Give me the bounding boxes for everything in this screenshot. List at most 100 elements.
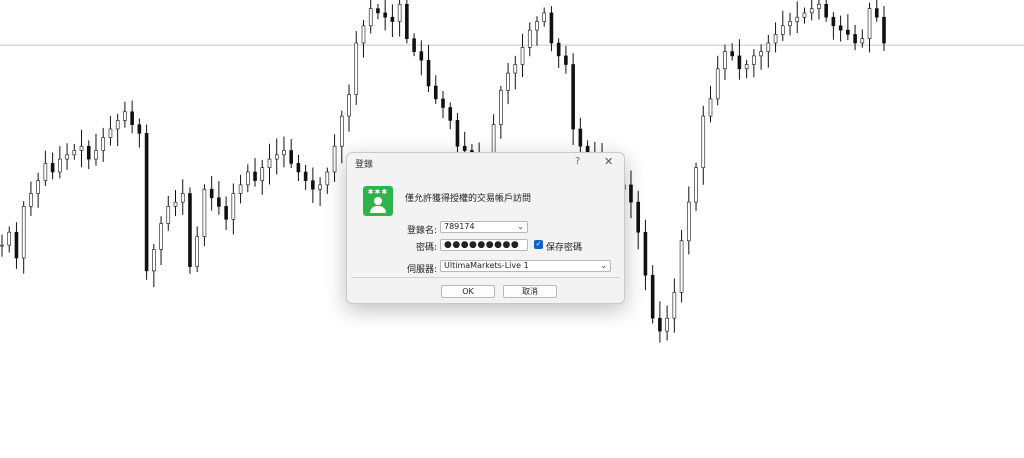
candle-body: [578, 128, 583, 147]
candle-body: [217, 197, 221, 207]
dialog-titlebar[interactable]: 登錄 ? ✕: [347, 153, 624, 173]
candle-body: [658, 317, 662, 332]
access-message: 僅允許獲得授權的交易帳戶訪問: [405, 194, 532, 204]
login-label: 登錄名:: [406, 226, 437, 236]
candle-body: [773, 34, 778, 44]
candle-body: [144, 133, 149, 272]
candle-body: [549, 12, 554, 44]
candle-body: [130, 111, 134, 126]
login-select[interactable]: 789174 ⌄: [440, 221, 528, 233]
candle-body: [368, 8, 373, 27]
candle-body: [629, 184, 633, 203]
candle-body: [58, 158, 62, 173]
candle-body: [231, 193, 236, 220]
candle-body: [347, 94, 351, 117]
candle-body: [795, 16, 800, 22]
candle-body: [780, 25, 785, 35]
candle-body: [202, 188, 207, 237]
candle-body: [152, 249, 156, 272]
candle-body: [809, 8, 814, 14]
password-label: 密碼:: [415, 243, 437, 253]
candle-body: [195, 236, 199, 267]
candle-body: [253, 171, 257, 181]
candle-body: [752, 55, 756, 65]
save-password-checkbox[interactable]: ✓: [534, 240, 543, 249]
user-account-icon: ✱✱✱: [363, 186, 393, 216]
server-select[interactable]: UltimaMarkets-Live 1 ⌄: [440, 260, 611, 272]
candle-body: [701, 115, 706, 168]
candle-body: [65, 154, 69, 160]
ok-button[interactable]: OK: [441, 285, 495, 298]
candle-body: [527, 29, 532, 48]
dialog-title: 登錄: [355, 160, 374, 170]
candle-body: [535, 21, 539, 31]
candle-body: [260, 167, 265, 181]
candle-body: [0, 244, 4, 247]
user-head-shape: [374, 197, 382, 205]
candle-body: [455, 120, 460, 147]
candle-body: [571, 64, 575, 130]
candle-body: [867, 8, 872, 40]
candle-body: [433, 85, 438, 100]
close-button[interactable]: ✕: [604, 155, 613, 168]
candle-body: [282, 150, 286, 156]
help-button[interactable]: ?: [575, 156, 580, 167]
candle-body: [115, 120, 120, 130]
candle-body: [650, 274, 655, 319]
candle-body: [636, 201, 640, 233]
candle-body: [817, 4, 821, 9]
candle-body: [29, 193, 33, 207]
candle-body: [376, 8, 380, 14]
candle-body: [50, 163, 55, 173]
candle-body: [513, 64, 518, 74]
candle-body: [246, 171, 250, 186]
candle-body: [874, 8, 879, 18]
candle-body: [831, 16, 836, 27]
candle-body: [564, 55, 568, 65]
candle-body: [137, 124, 142, 134]
candle-body: [123, 111, 127, 121]
chevron-down-icon[interactable]: ⌄: [517, 222, 524, 232]
candle-body: [672, 292, 677, 319]
candle-body: [643, 231, 648, 276]
chevron-down-icon[interactable]: ⌄: [600, 261, 607, 271]
candle-body: [730, 51, 734, 57]
candle-body: [383, 12, 387, 18]
candle-body: [274, 154, 279, 160]
login-dialog: 登錄 ? ✕ ✱✱✱ 僅允許獲得授權的交易帳戶訪問 登錄名: 789174 ⌄ …: [346, 152, 625, 304]
stars-icon: ✱✱✱: [367, 188, 389, 196]
candle-body: [166, 206, 171, 224]
candle-body: [14, 231, 19, 259]
candle-body: [846, 29, 850, 35]
candle-body: [36, 180, 40, 194]
candle-body: [737, 55, 742, 70]
candle-body: [339, 115, 344, 147]
candle-body: [173, 201, 178, 207]
candle-body: [556, 42, 561, 57]
candle-body: [788, 21, 792, 27]
candle-body: [267, 158, 272, 169]
save-password-label[interactable]: 保存密碼: [546, 240, 582, 253]
candle-body: [462, 145, 467, 151]
candle-body: [209, 188, 214, 199]
candle-body: [665, 317, 669, 332]
candle-body: [715, 68, 720, 100]
candle-body: [744, 64, 749, 70]
server-value: UltimaMarkets-Live 1: [444, 261, 529, 270]
candle-body: [759, 51, 763, 57]
candle-body: [180, 193, 185, 203]
candle-body: [520, 46, 525, 65]
candle-body: [419, 51, 424, 61]
candle-body: [311, 180, 315, 190]
cancel-button[interactable]: 取消: [503, 285, 557, 298]
candle-body: [296, 163, 301, 173]
candle-body: [390, 16, 395, 22]
candle-body: [361, 25, 366, 44]
candle-body: [101, 137, 106, 151]
candle-body: [723, 51, 727, 70]
candle-body: [824, 4, 828, 18]
divider: [351, 277, 620, 278]
candle-body: [802, 12, 807, 18]
candle-body: [882, 16, 886, 44]
password-field[interactable]: ●●●●●●●●●: [440, 239, 528, 251]
